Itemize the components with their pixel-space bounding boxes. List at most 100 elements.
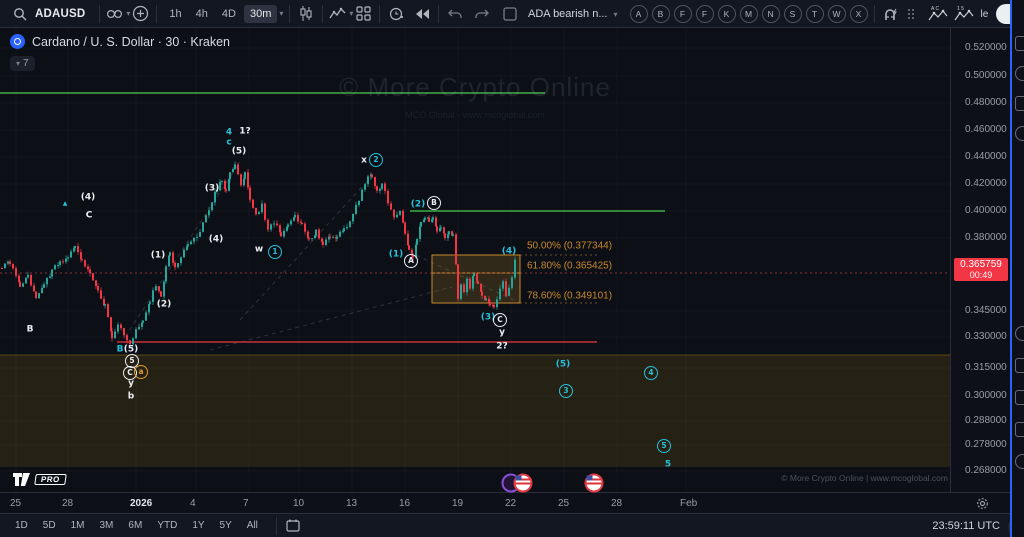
cardano-logo-icon [10, 34, 25, 49]
instrument-mask-icon[interactable]: ▾ [106, 2, 130, 26]
range-button-1d[interactable]: 1D [12, 518, 31, 533]
indicators-icon[interactable]: ▾ [329, 2, 353, 26]
price-tick: 0.288000 [965, 415, 1007, 426]
collapsed-count: 7 [23, 58, 29, 69]
divider [289, 5, 290, 23]
time-tick-2026: 2026 [130, 498, 152, 509]
interval-button-4D[interactable]: 4D [216, 5, 242, 23]
time-tick-25: 25 [558, 498, 569, 509]
time-tick-4: 4 [190, 498, 196, 509]
time-tick-Feb: Feb [680, 498, 697, 509]
range-button-1y[interactable]: 1Y [189, 518, 207, 533]
divider [322, 5, 323, 23]
range-button-all[interactable]: All [244, 518, 261, 533]
tool-letter-s-7[interactable]: S [784, 5, 802, 23]
price-tick: 0.315000 [965, 362, 1007, 373]
time-tick-28: 28 [611, 498, 622, 509]
time-tick-25: 25 [10, 498, 21, 509]
more-icon[interactable] [1015, 454, 1024, 469]
watermark-title: © More Crypto Online [0, 72, 950, 103]
tool-letter-a-0[interactable]: A [630, 5, 648, 23]
candles-style-icon[interactable] [296, 2, 316, 26]
news-icon[interactable] [1015, 96, 1024, 111]
divider [276, 517, 277, 535]
tool-letter-x-10[interactable]: X [850, 5, 868, 23]
current-price-tag: 0.365759 00:49 [954, 258, 1008, 281]
tool-letter-t-8[interactable]: T [806, 5, 824, 23]
ideas-icon[interactable] [1015, 390, 1024, 405]
tool-letter-f-2[interactable]: F [674, 5, 692, 23]
toolbar-right-group: ADA bearish n... ▾ ABFFKMNSTWX A C 1 5 [500, 0, 1024, 28]
interval-chevron-icon[interactable]: ▾ [279, 9, 283, 18]
time-axis[interactable]: 252820264710131619222528Feb [0, 492, 950, 514]
hotlist-icon[interactable] [1015, 326, 1024, 341]
price-candles[interactable] [1, 161, 516, 347]
divider [438, 5, 439, 23]
price-tick: 0.268000 [965, 465, 1007, 476]
time-tick-16: 16 [399, 498, 410, 509]
tradingview-logo[interactable]: PRO [12, 471, 66, 487]
bottom-toolbar: 1D 5D 1M 3M 6M YTD 1Y 5Y All 23:59:11 UTC [0, 513, 1024, 537]
interval-button-30m[interactable]: 30m [244, 5, 277, 23]
range-button-1m[interactable]: 1M [68, 518, 88, 533]
interval-button-1h[interactable]: 1h [163, 5, 187, 23]
magnet-icon[interactable] [881, 2, 901, 26]
svg-text:A C: A C [931, 6, 939, 12]
truncated-label: le [981, 9, 989, 20]
tool-letter-b-1[interactable]: B [652, 5, 670, 23]
utc-clock[interactable]: 23:59:11 UTC [895, 520, 1000, 532]
time-tick-19: 19 [452, 498, 463, 509]
tool-letter-w-9[interactable]: W [828, 5, 846, 23]
checkbox-icon[interactable] [500, 2, 520, 26]
calendar-icon[interactable] [1015, 358, 1024, 373]
tool-letter-k-4[interactable]: K [718, 5, 736, 23]
go-to-date-calendar-icon[interactable] [283, 514, 303, 537]
notifications-icon[interactable] [1015, 422, 1024, 437]
watermark-subtitle: MCO Global · www.mcoglobal.com [0, 110, 950, 120]
time-tick-13: 13 [346, 498, 357, 509]
drag-handle-icon[interactable] [901, 2, 921, 26]
alerts-icon[interactable] [1015, 66, 1024, 81]
symbol-label[interactable]: ADAUSD [35, 8, 85, 20]
watchlist-icon[interactable] [1015, 36, 1024, 51]
chart-title[interactable]: Cardano / U. S. Dollar · 30 · Kraken [32, 35, 230, 49]
time-tick-10: 10 [293, 498, 304, 509]
chat-icon[interactable] [1015, 126, 1024, 141]
range-button-3m[interactable]: 3M [97, 518, 117, 533]
tool-letter-f-3[interactable]: F [696, 5, 714, 23]
panel-divider-blue[interactable] [1010, 0, 1012, 537]
range-button-6m[interactable]: 6M [125, 518, 145, 533]
pro-badge: PRO [34, 474, 66, 485]
redo-icon[interactable] [471, 2, 491, 26]
replay-rewind-icon[interactable] [412, 2, 432, 26]
range-button-5d[interactable]: 5D [40, 518, 59, 533]
bar-countdown: 00:49 [954, 270, 1008, 280]
price-tick: 0.278000 [965, 439, 1007, 450]
elliott-wave-15-tool-icon[interactable]: 1 5 [953, 2, 975, 26]
tool-letter-m-5[interactable]: M [740, 5, 758, 23]
symbol-info-row[interactable]: Cardano / U. S. Dollar · 30 · Kraken [10, 34, 230, 49]
search-icon[interactable] [10, 2, 30, 26]
gear-icon[interactable] [976, 497, 989, 510]
range-button-ytd[interactable]: YTD [154, 518, 180, 533]
price-axis[interactable]: 0.365759 00:49 0.5200000.5000000.4800000… [950, 28, 1014, 492]
compare-add-icon[interactable] [130, 2, 150, 26]
elliott-wave-abc-tool-icon[interactable]: A C [927, 2, 949, 26]
chart-area[interactable]: © More Crypto Online MCO Global · www.mc… [0, 28, 950, 492]
layout-grid-icon[interactable] [353, 2, 373, 26]
range-button-5y[interactable]: 5Y [217, 518, 235, 533]
tool-letter-n-6[interactable]: N [762, 5, 780, 23]
divider [99, 5, 100, 23]
current-price: 0.365759 [954, 259, 1008, 270]
price-tick: 0.440000 [965, 151, 1007, 162]
price-tick: 0.300000 [965, 390, 1007, 401]
layout-name-label[interactable]: ADA bearish n... [528, 8, 608, 20]
target-zone-band[interactable] [0, 355, 950, 467]
indicators-collapse-pill[interactable]: ▾ 7 [10, 56, 35, 71]
alert-plus-icon[interactable] [386, 2, 406, 26]
svg-text:1 5: 1 5 [957, 6, 964, 12]
undo-icon[interactable] [445, 2, 465, 26]
price-tick: 0.380000 [965, 232, 1007, 243]
interval-button-4h[interactable]: 4h [190, 5, 214, 23]
layout-chevron-icon[interactable]: ▾ [614, 10, 618, 19]
